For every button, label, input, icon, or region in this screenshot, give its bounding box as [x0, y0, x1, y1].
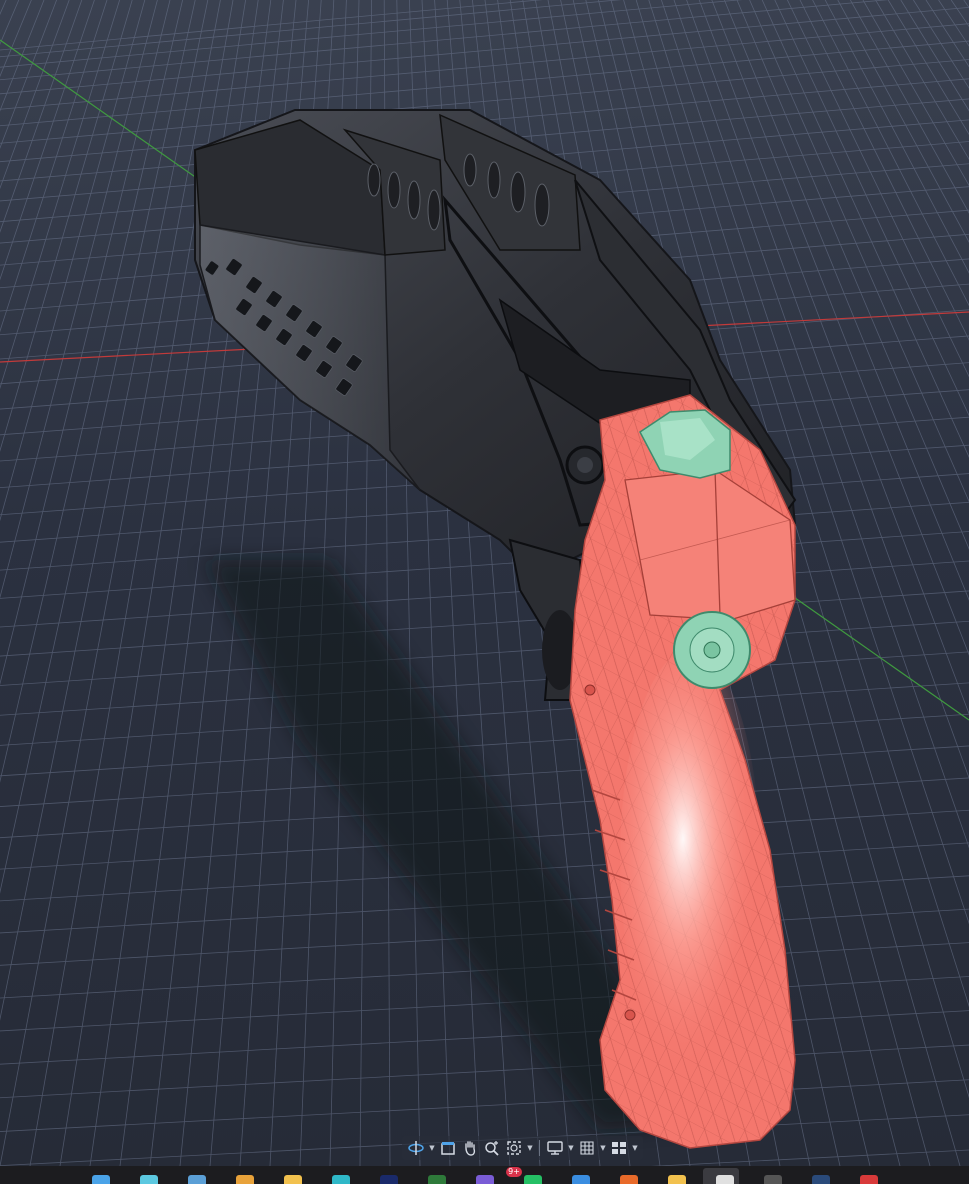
taskbar-app-icon[interactable]	[140, 1175, 158, 1184]
3d-viewport[interactable]	[0, 0, 969, 1166]
taskbar-app-icon[interactable]	[716, 1175, 734, 1184]
taskbar-app-icon[interactable]	[860, 1175, 878, 1184]
grid-snap-icon[interactable]	[577, 1137, 597, 1159]
taskbar-app-icon[interactable]	[668, 1175, 686, 1184]
taskbar-app-icon[interactable]	[236, 1175, 254, 1184]
taskbar-app-icon[interactable]	[620, 1175, 638, 1184]
viewports-icon[interactable]	[609, 1137, 629, 1159]
taskbar-app-icon[interactable]	[476, 1175, 494, 1184]
zoom-icon[interactable]	[482, 1137, 502, 1159]
taskbar-app-icon[interactable]	[812, 1175, 830, 1184]
taskbar-app-icon[interactable]	[284, 1175, 302, 1184]
windows-taskbar: 9+	[0, 1166, 969, 1184]
fit-menu-chevron-icon[interactable]: ▼	[526, 1137, 534, 1159]
taskbar-app-icon[interactable]	[428, 1175, 446, 1184]
display-settings-icon[interactable]	[545, 1137, 565, 1159]
navigation-toolbar: ▼ ▼ ▼ ▼ ▼	[402, 1136, 643, 1160]
taskbar-app-icon[interactable]	[188, 1175, 206, 1184]
notification-badge: 9+	[506, 1167, 522, 1177]
grid-menu-chevron-icon[interactable]: ▼	[599, 1137, 607, 1159]
taskbar-app-icon[interactable]	[332, 1175, 350, 1184]
taskbar-app-icon[interactable]	[572, 1175, 590, 1184]
scene-canvas[interactable]	[0, 0, 969, 1166]
pan-hand-icon[interactable]	[460, 1137, 480, 1159]
knob-component[interactable]	[673, 611, 751, 689]
taskbar-app-icon[interactable]	[92, 1175, 110, 1184]
toolbar-divider	[539, 1140, 540, 1156]
fit-window-icon[interactable]	[504, 1137, 524, 1159]
taskbar-app-icon[interactable]	[764, 1175, 782, 1184]
display-menu-chevron-icon[interactable]: ▼	[567, 1137, 575, 1159]
orbit-icon[interactable]	[406, 1137, 426, 1159]
taskbar-app-icon[interactable]	[524, 1175, 542, 1184]
viewports-menu-chevron-icon[interactable]: ▼	[631, 1137, 639, 1159]
look-at-icon[interactable]	[438, 1137, 458, 1159]
taskbar-app-icon[interactable]	[380, 1175, 398, 1184]
orbit-menu-chevron-icon[interactable]: ▼	[428, 1137, 436, 1159]
